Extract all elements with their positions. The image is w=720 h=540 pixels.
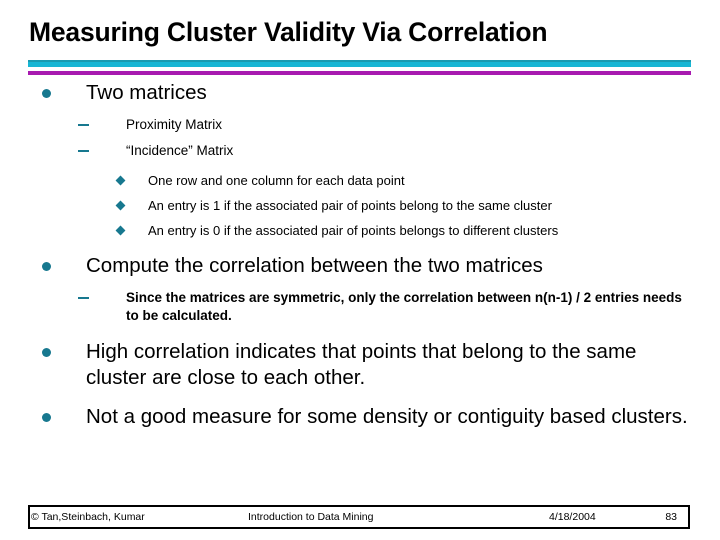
bullet-text: Not a good measure for some density or c… xyxy=(86,405,688,428)
bullet-diamond-icon xyxy=(115,175,126,186)
bullet-item-symmetric-matrices: Since the matrices are symmetric, only t… xyxy=(0,289,720,325)
bullet-text: Compute the correlation between the two … xyxy=(86,254,543,277)
bullet-diamond-icon xyxy=(115,200,126,211)
bullet-diamond-icon xyxy=(115,225,126,236)
divider-rule-cyan xyxy=(28,62,691,67)
footer-author: © Tan,Steinbach, Kumar xyxy=(31,511,145,523)
footer-book-title: Introduction to Data Mining xyxy=(248,511,374,523)
bullet-item-proximity-matrix: Proximity Matrix xyxy=(0,116,720,134)
slide-body: Two matrices Proximity Matrix “Incidence… xyxy=(0,80,720,430)
bullet-item-one-row-one-column: One row and one column for each data poi… xyxy=(0,172,720,189)
bullet-item-entry-is-1: An entry is 1 if the associated pair of … xyxy=(0,197,720,214)
bullet-dot-icon xyxy=(42,262,51,271)
footer-page-number: 83 xyxy=(665,511,677,523)
bullet-text: One row and one column for each data poi… xyxy=(148,173,405,188)
bullet-text: High correlation indicates that points t… xyxy=(86,340,637,389)
footer-content: © Tan,Steinbach, Kumar Introduction to D… xyxy=(30,507,688,527)
bullet-text: An entry is 0 if the associated pair of … xyxy=(148,223,559,238)
slide: Measuring Cluster Validity Via Correlati… xyxy=(0,0,720,540)
bullet-item-high-correlation: High correlation indicates that points t… xyxy=(0,339,720,391)
bullet-text: “Incidence” Matrix xyxy=(126,143,234,158)
bullet-dot-icon xyxy=(42,413,51,422)
bullet-text: An entry is 1 if the associated pair of … xyxy=(148,198,552,213)
page-title: Measuring Cluster Validity Via Correlati… xyxy=(29,17,548,47)
bullet-dash-icon xyxy=(78,150,89,152)
bullet-dash-icon xyxy=(78,297,89,299)
bullet-item-two-matrices: Two matrices xyxy=(0,80,720,106)
bullet-item-not-a-good-measure: Not a good measure for some density or c… xyxy=(0,404,720,430)
bullet-item-incidence-matrix: “Incidence” Matrix xyxy=(0,142,720,160)
bullet-dot-icon xyxy=(42,348,51,357)
bullet-text: Two matrices xyxy=(86,81,207,104)
bullet-dot-icon xyxy=(42,89,51,98)
bullet-dash-icon xyxy=(78,124,89,126)
divider-rule-magenta xyxy=(28,71,691,75)
bullet-item-compute-correlation: Compute the correlation between the two … xyxy=(0,253,720,279)
slide-footer: © Tan,Steinbach, Kumar Introduction to D… xyxy=(28,505,690,529)
bullet-text: Proximity Matrix xyxy=(126,117,223,132)
title-divider xyxy=(28,60,691,76)
bullet-item-entry-is-0: An entry is 0 if the associated pair of … xyxy=(0,222,720,239)
bullet-text: Since the matrices are symmetric, only t… xyxy=(126,290,682,323)
footer-date: 4/18/2004 xyxy=(549,511,596,523)
